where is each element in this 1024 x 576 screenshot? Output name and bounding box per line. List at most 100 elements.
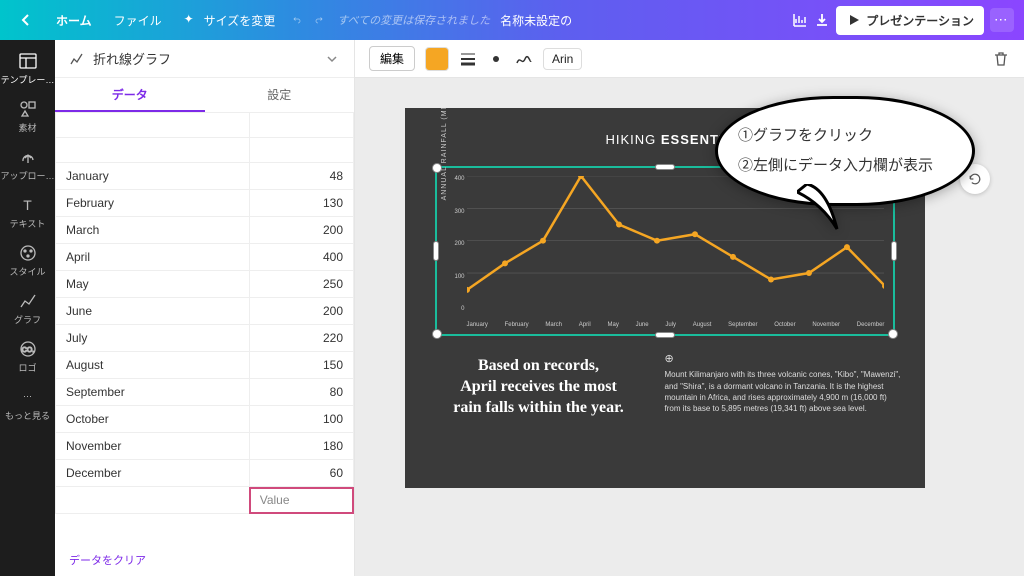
rail-style[interactable]: スタイル: [0, 238, 55, 282]
y-ticks: 400 300 200 100 0: [455, 176, 465, 312]
elements-icon: [18, 99, 38, 119]
table-row[interactable]: March200: [56, 217, 354, 244]
line-chart-icon: [69, 51, 85, 67]
resize-handle[interactable]: [888, 329, 898, 339]
save-status: すべての変更は保存されました: [333, 12, 494, 28]
value-input-cell[interactable]: Value: [249, 487, 353, 514]
bubble-line1: ①グラフをクリック: [738, 121, 952, 151]
download-icon[interactable]: [814, 12, 830, 28]
resize-handle[interactable]: [655, 332, 675, 338]
undo-icon[interactable]: [289, 12, 305, 28]
more-icon: ⋯: [18, 387, 38, 407]
home-button[interactable]: ホーム: [48, 8, 100, 33]
table-row[interactable]: June200: [56, 298, 354, 325]
doc-title[interactable]: 名称未設定の: [500, 12, 572, 29]
rail-label: スタイル: [9, 265, 45, 278]
table-row[interactable]: October100: [56, 406, 354, 433]
rail-more[interactable]: ⋯ もっと見る: [0, 382, 55, 426]
left-rail: テンプレー… 素材 アップロー… Tテキスト スタイル グラフ CO. ロゴ ⋯ も…: [0, 40, 55, 576]
style-icon: [18, 243, 38, 263]
x-labels: JanuaryFebruaryMarchAprilMayJuneJulyAugu…: [467, 322, 885, 328]
rail-label: グラフ: [14, 313, 41, 326]
more-button[interactable]: ⋯: [990, 8, 1014, 32]
resize-handle[interactable]: [655, 164, 675, 170]
table-row[interactable]: May250: [56, 271, 354, 298]
svg-text:CO.: CO.: [21, 347, 34, 354]
rail-label: テキスト: [10, 217, 46, 230]
panel-title: 折れ線グラフ: [93, 49, 316, 68]
chevron-left-icon: [18, 12, 34, 28]
rail-elements[interactable]: 素材: [0, 94, 55, 138]
marker-icon[interactable]: [487, 50, 505, 68]
resize-handle[interactable]: [432, 329, 442, 339]
resize-handle[interactable]: [433, 241, 439, 261]
table-row[interactable]: February130: [56, 190, 354, 217]
rail-upload[interactable]: アップロー…: [0, 142, 55, 186]
table-row[interactable]: December60: [56, 460, 354, 487]
table-row[interactable]: Value: [56, 487, 354, 514]
tab-settings[interactable]: 設定: [205, 78, 355, 112]
canvas-area: 編集 Arin ①グラフをクリック ②左側にデータ入力欄が表示 HIKING E…: [355, 40, 1024, 576]
resize-label: サイズを変更: [204, 12, 276, 29]
ellipsis-icon: ⋯: [994, 12, 1010, 28]
redo-icon[interactable]: [311, 12, 327, 28]
rail-text[interactable]: Tテキスト: [0, 190, 55, 234]
slide-headline: Based on records, April receives the mos…: [429, 356, 649, 418]
table-row[interactable]: September80: [56, 379, 354, 406]
back-button[interactable]: [10, 8, 42, 32]
resize-handle[interactable]: [891, 241, 897, 261]
resize-button[interactable]: ✦サイズを変更: [176, 8, 284, 33]
resize-handle[interactable]: [432, 163, 442, 173]
table-header-row[interactable]: [56, 113, 354, 138]
clear-data-link[interactable]: データをクリア: [55, 544, 354, 576]
tab-data[interactable]: データ: [55, 78, 205, 112]
rail-template[interactable]: テンプレー…: [0, 46, 55, 90]
smoothing-icon[interactable]: [515, 50, 533, 68]
top-left-group: ホーム ファイル ✦サイズを変更 すべての変更は保存されました 名称未設定の: [10, 8, 572, 33]
present-button[interactable]: プレゼンテーション: [836, 6, 984, 35]
table-row[interactable]: August150: [56, 352, 354, 379]
table-row[interactable]: January48: [56, 163, 354, 190]
graph-icon: [18, 291, 38, 311]
bubble-line2: ②左側にデータ入力欄が表示: [738, 151, 952, 181]
rail-label: テンプレー…: [1, 73, 55, 86]
canvas-viewport[interactable]: ①グラフをクリック ②左側にデータ入力欄が表示 HIKING ESSENTI: [355, 78, 1024, 576]
line-weight-icon[interactable]: [459, 50, 477, 68]
bubble-tail-icon: [797, 184, 867, 234]
slide-body: ⊕ Mount Kilimanjaro with its three volca…: [665, 352, 901, 414]
rail-label: ロゴ: [18, 361, 36, 374]
top-bar: ホーム ファイル ✦サイズを変更 すべての変更は保存されました 名称未設定の プ…: [0, 0, 1024, 40]
upload-icon: [18, 147, 38, 167]
context-toolbar: 編集 Arin: [355, 40, 1024, 78]
chart-icon[interactable]: [792, 12, 808, 28]
panel-header[interactable]: 折れ線グラフ: [55, 40, 354, 78]
side-panel: 折れ線グラフ データ 設定 January48 February130 Marc…: [55, 40, 355, 576]
present-label: プレゼンテーション: [866, 12, 974, 29]
table-row[interactable]: [56, 138, 354, 163]
data-grid[interactable]: January48 February130 March200 April400 …: [55, 112, 354, 544]
table-row[interactable]: July220: [56, 325, 354, 352]
sparkle-icon: ✦: [184, 12, 200, 28]
table-row[interactable]: April400: [56, 244, 354, 271]
font-select[interactable]: Arin: [543, 48, 582, 70]
edit-button[interactable]: 編集: [369, 46, 415, 71]
main-region: テンプレー… 素材 アップロー… Tテキスト スタイル グラフ CO. ロゴ ⋯ も…: [0, 40, 1024, 576]
rail-label: もっと見る: [5, 409, 50, 422]
table-row[interactable]: November180: [56, 433, 354, 460]
rail-label: アップロー…: [0, 169, 54, 182]
logo-icon: CO.: [18, 339, 38, 359]
value-cell[interactable]: 48: [249, 163, 353, 190]
month-cell[interactable]: January: [56, 163, 250, 190]
play-icon: [846, 12, 862, 28]
rail-graph[interactable]: グラフ: [0, 286, 55, 330]
panel-tabs: データ 設定: [55, 78, 354, 112]
rail-logo[interactable]: CO. ロゴ: [0, 334, 55, 378]
template-icon: [18, 51, 38, 71]
trash-icon[interactable]: [992, 50, 1010, 68]
file-menu[interactable]: ファイル: [106, 8, 170, 33]
chevron-down-icon: [324, 51, 340, 67]
annotation-bubble: ①グラフをクリック ②左側にデータ入力欄が表示: [715, 96, 975, 206]
info-icon: ⊕: [665, 352, 901, 367]
color-swatch[interactable]: [425, 47, 449, 71]
slide-body-text: Mount Kilimanjaro with its three volcani…: [665, 369, 901, 414]
